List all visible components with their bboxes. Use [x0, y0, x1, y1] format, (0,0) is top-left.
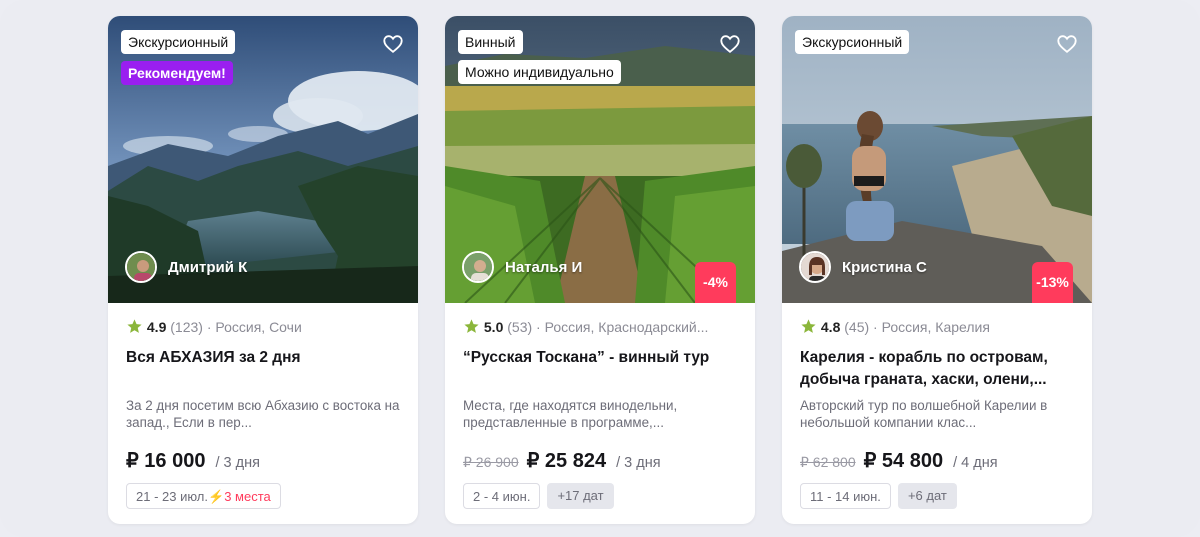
tour-card[interactable]: Экскурсионный Кристина С -13% 4.8 (45) ·…	[782, 16, 1092, 524]
author[interactable]: Наталья И	[462, 249, 582, 285]
tour-description: Места, где находятся винодельни, предста…	[463, 398, 678, 430]
lightning-icon: ⚡	[208, 489, 225, 504]
discount-badge: -4%	[695, 262, 736, 303]
price: ₽ 16 000	[126, 450, 206, 472]
rating-location: 4.8 (45) · Россия, Карелия	[800, 318, 1085, 335]
tour-cards-panel: Экскурсионный Рекомендуем! Дмитрий К 4.9…	[0, 0, 1200, 537]
avatar	[125, 251, 157, 283]
author[interactable]: Кристина С	[799, 249, 927, 285]
reviews-count: (123)	[170, 319, 203, 335]
category-tag: Экскурсионный	[121, 30, 236, 54]
tour-title[interactable]: Вся АБХАЗИЯ за 2 дня	[126, 347, 406, 369]
recommend-badge: Рекомендуем!	[121, 61, 233, 85]
star-icon	[464, 319, 479, 333]
rating-location: 4.9 (123) · Россия, Сочи	[126, 318, 411, 335]
author[interactable]: Дмитрий К	[125, 249, 247, 285]
tour-card[interactable]: Экскурсионный Рекомендуем! Дмитрий К 4.9…	[108, 16, 418, 524]
date-range: 21 - 23 июл.	[136, 489, 209, 504]
author-name: Наталья И	[505, 258, 583, 276]
date-chip[interactable]: 21 - 23 июл.⚡3 места	[126, 483, 281, 509]
dates: 2 - 4 июн. +17 дат	[463, 483, 614, 509]
star-icon	[127, 319, 142, 333]
reviews-count: (45)	[844, 319, 870, 335]
avatar	[799, 251, 831, 283]
heart-icon[interactable]	[382, 33, 404, 55]
rating-location: 5.0 (53) · Россия, Краснодарский...	[463, 318, 748, 335]
category-tag: Экскурсионный	[795, 30, 910, 54]
rating-value: 4.9	[146, 319, 167, 335]
price-row: ₽ 16 000 / 3 дня	[126, 448, 260, 473]
rating-value: 4.8	[820, 319, 841, 335]
dates: 21 - 23 июл.⚡3 места	[126, 483, 288, 509]
duration: / 4 дня	[953, 455, 998, 471]
price: ₽ 54 800	[863, 450, 944, 472]
rating-value: 5.0	[483, 319, 504, 335]
tour-card[interactable]: Винный Можно индивидуально Наталья И -4%…	[445, 16, 755, 524]
old-price: ₽ 62 800	[800, 454, 856, 470]
price-row: ₽ 62 800 ₽ 54 800 / 4 дня	[800, 448, 998, 473]
discount-badge: -13%	[1032, 262, 1073, 303]
date-chip[interactable]: 2 - 4 июн.	[463, 483, 541, 509]
author-name: Кристина С	[842, 258, 927, 276]
tour-title[interactable]: “Русская Тоскана” - винный тур	[463, 347, 743, 369]
avatar	[462, 251, 494, 283]
old-price: ₽ 26 900	[463, 454, 519, 470]
date-chip[interactable]: 11 - 14 июн.	[800, 483, 891, 509]
heart-icon[interactable]	[719, 33, 741, 55]
tour-title[interactable]: Карелия - корабль по островам, добыча гр…	[800, 347, 1080, 391]
location: · Россия, Карелия	[873, 319, 990, 335]
author-name: Дмитрий К	[168, 258, 248, 276]
location: · Россия, Краснодарский...	[536, 319, 709, 335]
duration: / 3 дня	[616, 455, 661, 471]
tour-description: Авторский тур по волшебной Карелии в неб…	[800, 398, 1048, 430]
reviews-count: (53)	[507, 319, 533, 335]
duration: / 3 дня	[215, 455, 260, 471]
price-row: ₽ 26 900 ₽ 25 824 / 3 дня	[463, 448, 661, 473]
location: · Россия, Сочи	[206, 319, 302, 335]
heart-icon[interactable]	[1056, 33, 1078, 55]
price: ₽ 25 824	[526, 450, 607, 472]
star-icon	[801, 319, 816, 333]
category-tag: Можно индивидуально	[458, 60, 621, 84]
category-tag: Винный	[458, 30, 523, 54]
tour-description: За 2 дня посетим всю Абхазию с востока н…	[126, 398, 400, 430]
more-dates-chip[interactable]: +6 дат	[897, 483, 957, 509]
dates: 11 - 14 июн. +6 дат	[800, 483, 957, 509]
seats-left: 3 места	[224, 489, 271, 504]
more-dates-chip[interactable]: +17 дат	[547, 483, 614, 509]
